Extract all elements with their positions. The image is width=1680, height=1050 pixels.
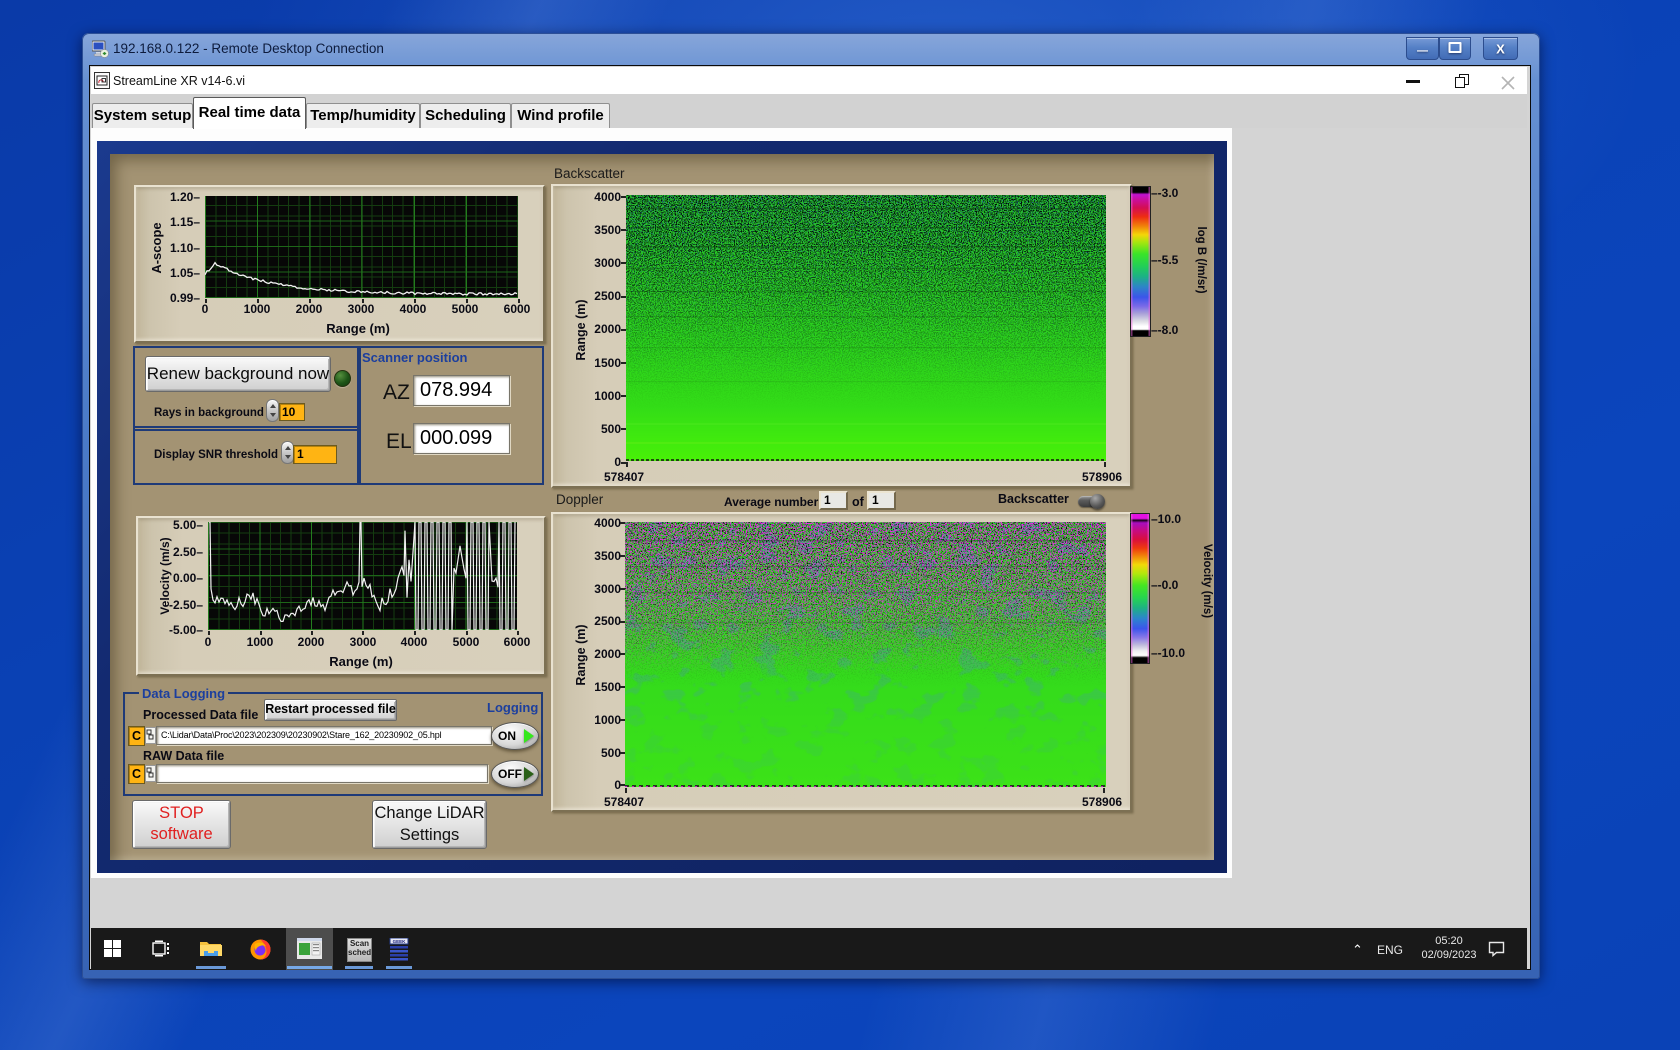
svg-text:GEEK: GEEK [393, 939, 407, 944]
